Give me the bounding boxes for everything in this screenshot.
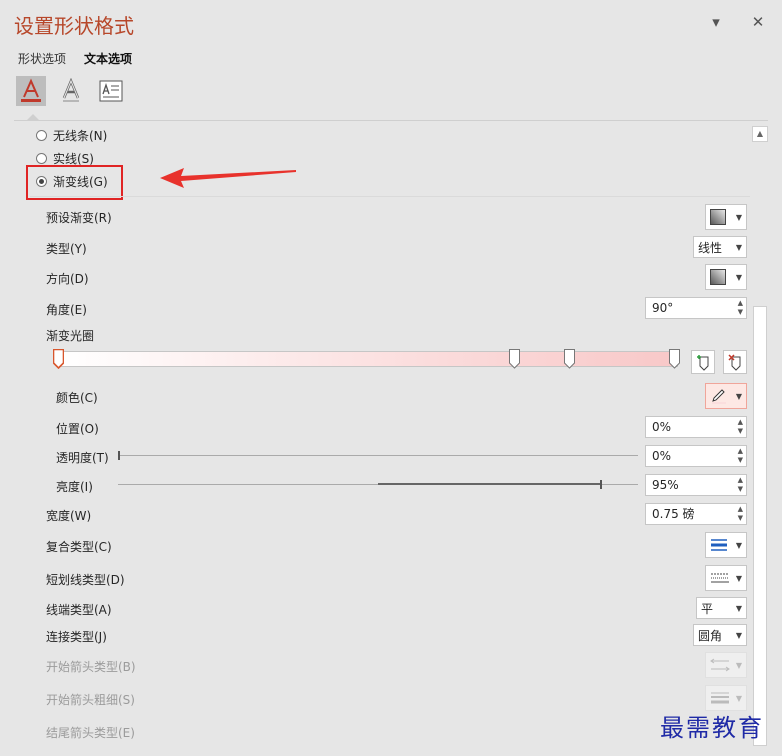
gradient-stop[interactable] xyxy=(508,349,520,369)
transparency-spinner[interactable]: 0% ▲ ▼ xyxy=(645,445,747,467)
radio-circle[interactable] xyxy=(36,153,47,164)
brightness-spinner[interactable]: 95% ▲ ▼ xyxy=(645,474,747,496)
begin-arrow-type-label: 开始箭头类型(B) xyxy=(46,660,136,674)
angle-value: 90° xyxy=(652,301,674,315)
category-icons xyxy=(16,76,126,106)
chevron-down-icon: ▼ xyxy=(735,272,742,282)
text-effect-icon[interactable] xyxy=(56,76,86,106)
chevron-down-icon: ▼ xyxy=(735,540,742,550)
direction-dropdown[interactable]: ▼ xyxy=(705,264,747,290)
position-value: 0% xyxy=(652,420,672,434)
chevron-down-icon: ▼ xyxy=(735,630,742,640)
begin-arrow-type-dropdown[interactable]: ▼ xyxy=(705,652,747,678)
cap-type-dropdown[interactable]: 平 ▼ xyxy=(696,597,747,619)
spinner-arrows-icon[interactable]: ▲ ▼ xyxy=(738,505,743,523)
chevron-down-icon: ▼ xyxy=(735,212,742,222)
cap-type-value: 平 xyxy=(701,601,714,616)
transparency-label: 透明度(T) xyxy=(56,451,109,465)
dash-line-icon xyxy=(711,573,729,583)
preset-gradient-label: 预设渐变(R) xyxy=(46,211,112,225)
compound-type-label: 复合类型(C) xyxy=(46,540,112,554)
spinner-arrows-icon[interactable]: ▲ ▼ xyxy=(738,476,743,494)
scroll-thumb[interactable] xyxy=(753,306,767,746)
scrollbar[interactable]: ▲ xyxy=(752,126,768,756)
annotation-arrow xyxy=(160,168,296,188)
spinner-arrows-icon[interactable]: ▲ ▼ xyxy=(738,418,743,436)
transparency-value: 0% xyxy=(652,449,672,463)
watermark: 最需教育 xyxy=(660,714,764,742)
close-button[interactable]: ✕ xyxy=(748,12,768,32)
begin-arrow-size-label: 开始箭头粗细(S) xyxy=(46,693,135,707)
pen-color-icon xyxy=(712,389,726,404)
compound-line-icon xyxy=(711,539,727,551)
chevron-down-icon: ▼ xyxy=(735,242,742,252)
chevron-down-icon: ▼ xyxy=(735,603,742,613)
radio-circle[interactable] xyxy=(36,130,47,141)
type-dropdown[interactable]: 线性 ▼ xyxy=(693,236,747,258)
format-shape-pane: 设置形状格式 ▾ ✕ 形状选项 文本选项 ▲ 无线条(N) 实线(S) 渐变线(… xyxy=(0,0,782,756)
gradient-stops-bar[interactable] xyxy=(60,351,678,367)
transparency-slider-track[interactable] xyxy=(118,455,638,456)
preset-gradient-dropdown[interactable]: ▼ xyxy=(705,204,747,230)
color-label: 颜色(C) xyxy=(56,391,98,405)
highlight-box xyxy=(26,165,123,200)
cap-type-label: 线端类型(A) xyxy=(46,603,112,617)
add-gradient-stop-icon xyxy=(697,355,709,371)
remove-stop-button[interactable] xyxy=(723,350,747,374)
type-label: 类型(Y) xyxy=(46,242,87,256)
add-stop-button[interactable] xyxy=(691,350,715,374)
tab-text-options[interactable]: 文本选项 xyxy=(84,50,132,67)
dash-type-dropdown[interactable]: ▼ xyxy=(705,565,747,591)
pane-title: 设置形状格式 xyxy=(14,14,134,38)
radio-no-line[interactable]: 无线条(N) xyxy=(36,127,107,144)
gradient-swatch-icon xyxy=(710,209,726,225)
radio-label: 无线条(N) xyxy=(53,129,108,143)
text-fill-icon[interactable] xyxy=(16,76,46,106)
scroll-up-button[interactable]: ▲ xyxy=(752,126,768,142)
type-value: 线性 xyxy=(698,240,723,255)
end-arrow-type-label: 结尾箭头类型(E) xyxy=(46,726,135,740)
spinner-arrows-icon[interactable]: ▲ ▼ xyxy=(738,299,743,317)
pane-menu-button[interactable]: ▾ xyxy=(706,12,726,32)
angle-spinner[interactable]: 90° ▲ ▼ xyxy=(645,297,747,319)
chevron-down-icon: ▼ xyxy=(735,693,742,703)
chevron-down-icon: ▼ xyxy=(735,660,742,670)
transparency-slider-thumb[interactable] xyxy=(118,451,120,460)
position-spinner[interactable]: 0% ▲ ▼ xyxy=(645,416,747,438)
angle-label: 角度(E) xyxy=(46,303,87,317)
spinner-arrows-icon[interactable]: ▲ ▼ xyxy=(738,447,743,465)
text-box-icon[interactable] xyxy=(96,76,126,106)
brightness-label: 亮度(I) xyxy=(56,480,93,494)
direction-label: 方向(D) xyxy=(46,272,89,286)
gradient-stop-selected[interactable] xyxy=(53,349,64,369)
brightness-slider-fill xyxy=(378,483,600,485)
dash-type-label: 短划线类型(D) xyxy=(46,573,125,587)
gradient-stops-label: 渐变光圈 xyxy=(46,329,95,343)
color-picker-button[interactable]: ▼ xyxy=(705,383,747,409)
gradient-swatch-icon xyxy=(710,269,726,285)
chevron-down-icon: ▼ xyxy=(735,573,742,583)
chevron-down-icon: ▼ xyxy=(735,391,742,401)
brightness-value: 95% xyxy=(652,478,679,492)
section-divider xyxy=(30,196,750,197)
join-type-value: 圆角 xyxy=(698,628,723,643)
arrow-size-icon xyxy=(711,692,729,704)
compound-type-dropdown[interactable]: ▼ xyxy=(705,532,747,558)
join-type-dropdown[interactable]: 圆角 ▼ xyxy=(693,624,747,646)
option-tabs: 形状选项 文本选项 xyxy=(18,50,132,67)
width-spinner[interactable]: 0.75 磅 ▲ ▼ xyxy=(645,503,747,525)
header-divider xyxy=(14,120,768,121)
remove-gradient-stop-icon xyxy=(728,354,741,371)
position-label: 位置(O) xyxy=(56,422,99,436)
gradient-stop[interactable] xyxy=(564,349,576,369)
gradient-stop[interactable] xyxy=(669,349,680,369)
arrow-type-icon xyxy=(710,658,730,672)
join-type-label: 连接类型(J) xyxy=(46,630,107,644)
width-label: 宽度(W) xyxy=(46,509,92,523)
tab-shape-options[interactable]: 形状选项 xyxy=(18,50,66,67)
brightness-slider-thumb[interactable] xyxy=(600,480,602,489)
width-value: 0.75 磅 xyxy=(652,507,695,521)
